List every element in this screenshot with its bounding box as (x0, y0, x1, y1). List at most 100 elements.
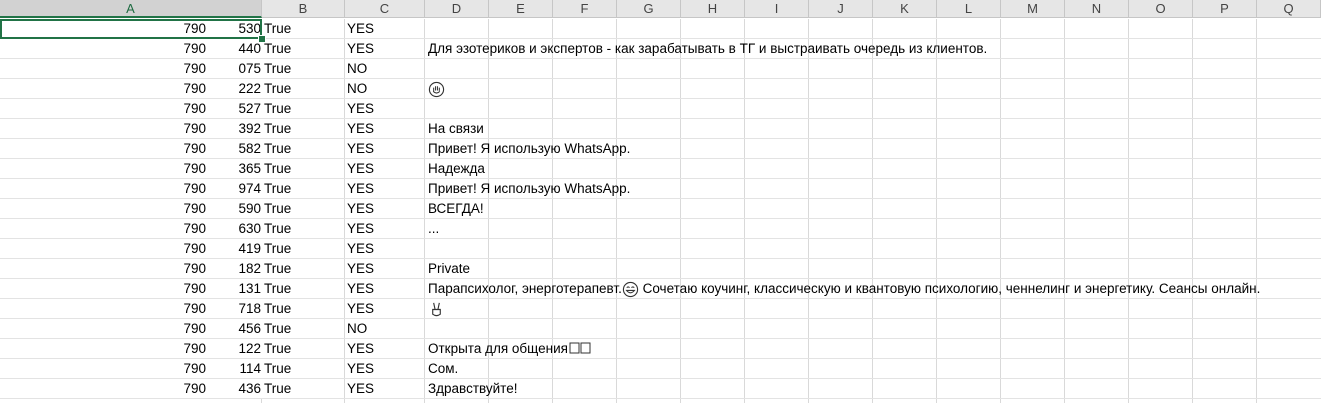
cell-b-flag[interactable]: True (264, 359, 344, 379)
cell-b-flag[interactable]: True (264, 99, 344, 119)
cell-c-status[interactable]: YES (347, 199, 423, 219)
cell-a-number-tail[interactable]: 456 (234, 319, 262, 339)
column-header-m[interactable]: M (1001, 0, 1065, 18)
cell-b-flag[interactable]: True (264, 159, 344, 179)
cell-c-status[interactable]: NO (347, 59, 423, 79)
cell-c-status[interactable]: YES (347, 139, 423, 159)
cell-a-number-tail[interactable]: 075 (234, 59, 262, 79)
column-header-b[interactable]: B (262, 0, 345, 18)
cell-c-status[interactable]: YES (347, 359, 423, 379)
cell-c-status[interactable]: YES (347, 219, 423, 239)
cell-a-number[interactable]: 790 (0, 199, 234, 219)
spreadsheet-grid[interactable]: ABCDEFGHIJKLMNOPQ 790 530 True YES 790 440 Tru… (0, 0, 1321, 403)
cell-d-text[interactable]: Открыта для общения (428, 339, 592, 359)
cell-d-text[interactable]: Привет! Я использую WhatsApp. (428, 179, 630, 199)
cell-a-number[interactable]: 790 (0, 19, 234, 39)
column-header-h[interactable]: H (681, 0, 745, 18)
cell-a-number[interactable]: 790 (0, 339, 234, 359)
cell-c-status[interactable]: YES (347, 179, 423, 199)
cell-d-text[interactable]: ... (428, 219, 439, 239)
cell-c-status[interactable]: NO (347, 79, 423, 99)
cell-a-number[interactable]: 790 (0, 239, 234, 259)
cell-b-flag[interactable]: True (264, 179, 344, 199)
cell-a-number[interactable]: 790 (0, 319, 234, 339)
column-header-f[interactable]: F (553, 0, 617, 18)
cell-b-flag[interactable]: True (264, 79, 344, 99)
column-header-o[interactable]: O (1129, 0, 1193, 18)
cell-c-status[interactable]: NO (347, 319, 423, 339)
cell-b-flag[interactable]: True (264, 39, 344, 59)
cell-a-number[interactable]: 790 (0, 139, 234, 159)
cell-a-number-tail[interactable]: 527 (234, 99, 262, 119)
cell-d-text[interactable]: Для эзотериков и экспертов - как зарабат… (428, 39, 987, 59)
cell-c-status[interactable]: YES (347, 159, 423, 179)
cell-a-number-tail[interactable]: 114 (234, 359, 262, 379)
cell-d-text[interactable]: ВСЕГДА! (428, 199, 484, 219)
cell-a-number-tail[interactable]: 131 (234, 279, 262, 299)
cell-a-number[interactable]: 790 (0, 259, 234, 279)
cell-d-text[interactable]: Здравствуйте! (428, 379, 517, 399)
cell-a-number[interactable]: 790 (0, 159, 234, 179)
cell-c-status[interactable]: YES (347, 119, 423, 139)
cell-b-flag[interactable]: True (264, 219, 344, 239)
cell-b-flag[interactable]: True (264, 59, 344, 79)
column-header-j[interactable]: J (809, 0, 873, 18)
cell-b-flag[interactable]: True (264, 239, 344, 259)
cell-d-text[interactable] (428, 79, 445, 99)
cell-a-number-tail[interactable]: 419 (234, 239, 262, 259)
cell-d-text[interactable]: Парапсихолог, энерготерапевт. Сочетаю ко… (428, 279, 1260, 299)
cell-c-status[interactable]: YES (347, 99, 423, 119)
column-header-p[interactable]: P (1193, 0, 1257, 18)
cell-c-status[interactable]: YES (347, 379, 423, 399)
cell-b-flag[interactable]: True (264, 319, 344, 339)
cell-a-number-tail[interactable]: 582 (234, 139, 262, 159)
cell-a-number[interactable]: 790 (0, 279, 234, 299)
cell-b-flag[interactable]: True (264, 279, 344, 299)
cell-b-flag[interactable]: True (264, 379, 344, 399)
cell-c-status[interactable]: YES (347, 299, 423, 319)
cell-a-number-tail[interactable]: 365 (234, 159, 262, 179)
cell-a-number-tail[interactable]: 122 (234, 339, 262, 359)
cell-a-number[interactable]: 790 (0, 119, 234, 139)
cell-c-status[interactable]: YES (347, 339, 423, 359)
column-header-i[interactable]: I (745, 0, 809, 18)
column-header-l[interactable]: L (937, 0, 1001, 18)
cell-c-status[interactable]: YES (347, 19, 423, 39)
cell-d-text[interactable]: На связи (428, 119, 484, 139)
cell-a-number[interactable]: 790 (0, 99, 234, 119)
cell-c-status[interactable]: YES (347, 239, 423, 259)
cell-c-status[interactable]: YES (347, 259, 423, 279)
cell-a-number[interactable]: 790 (0, 379, 234, 399)
column-header-g[interactable]: G (617, 0, 681, 18)
cell-a-number-tail[interactable]: 630 (234, 219, 262, 239)
fill-handle[interactable] (258, 35, 266, 43)
cell-b-flag[interactable]: True (264, 119, 344, 139)
cell-a-number[interactable]: 790 (0, 219, 234, 239)
cell-d-text[interactable]: Private (428, 259, 470, 279)
cell-a-number-tail[interactable]: 182 (234, 259, 262, 279)
column-header-q[interactable]: Q (1257, 0, 1321, 18)
cell-a-number-tail[interactable]: 718 (234, 299, 262, 319)
cell-a-number[interactable]: 790 (0, 359, 234, 379)
column-header-a[interactable]: A (0, 0, 262, 18)
cell-a-number[interactable]: 790 (0, 59, 234, 79)
cell-d-text[interactable]: Надежда (428, 159, 485, 179)
cell-b-flag[interactable]: True (264, 139, 344, 159)
column-header-e[interactable]: E (489, 0, 553, 18)
cell-b-flag[interactable]: True (264, 299, 344, 319)
cell-a-number[interactable]: 790 (0, 39, 234, 59)
cell-a-number[interactable]: 790 (0, 79, 234, 99)
cell-c-status[interactable]: YES (347, 39, 423, 59)
cell-a-number-tail[interactable]: 590 (234, 199, 262, 219)
cell-d-text[interactable]: Сом. (428, 359, 458, 379)
cell-d-text[interactable]: Привет! Я использую WhatsApp. (428, 139, 630, 159)
cell-c-status[interactable]: YES (347, 279, 423, 299)
cell-b-flag[interactable]: True (264, 339, 344, 359)
cell-a-number-tail[interactable]: 392 (234, 119, 262, 139)
cell-a-number-tail[interactable]: 436 (234, 379, 262, 399)
cell-a-number[interactable]: 790 (0, 179, 234, 199)
cell-a-number-tail[interactable]: 222 (234, 79, 262, 99)
cell-a-number-tail[interactable]: 974 (234, 179, 262, 199)
cell-d-text[interactable] (428, 299, 445, 319)
cell-b-flag[interactable]: True (264, 19, 344, 39)
